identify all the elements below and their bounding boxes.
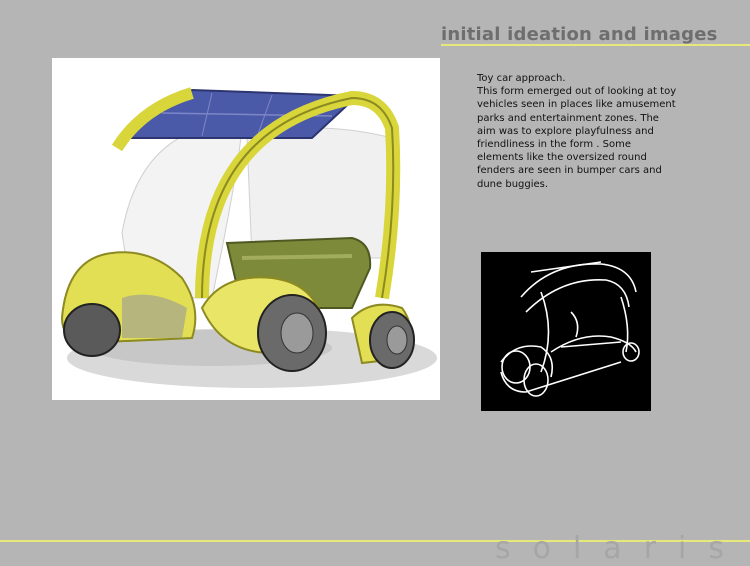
car-sketch-image (52, 58, 440, 400)
brand-wordmark: solaris (494, 531, 746, 566)
page-title: initial ideation and images (441, 24, 718, 45)
description-text: Toy car approach. This form emerged out … (477, 73, 677, 190)
line-drawing-image (481, 252, 651, 411)
title-underline (441, 44, 750, 46)
